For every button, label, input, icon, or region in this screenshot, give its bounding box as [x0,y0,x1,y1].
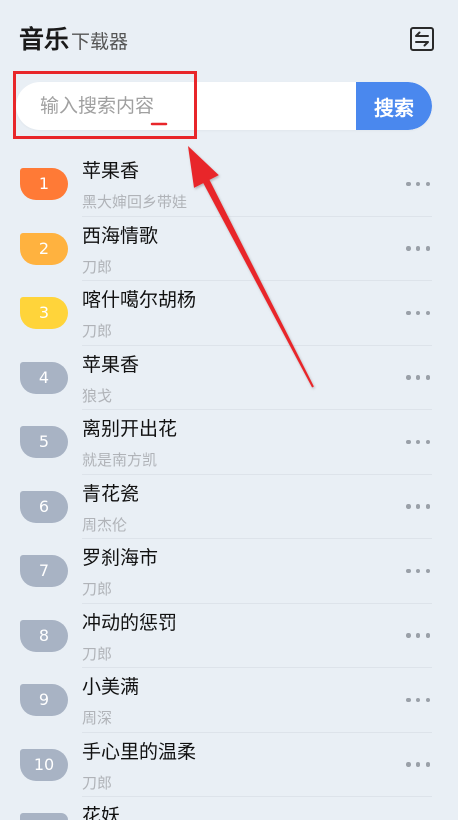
song-row[interactable]: 6 青花瓷 周杰伦 [0,475,458,539]
rank-badge: 2 [20,232,68,265]
song-title: 苹果香 [82,353,140,376]
more-icon[interactable] [406,246,430,252]
rank-badge: 4 [20,361,68,394]
swap-icon[interactable] [409,26,435,52]
rank-badge: 7 [20,555,68,587]
song-artist: 狼戈 [82,386,113,405]
song-title: 小美满 [82,676,140,698]
song-row[interactable]: 5 离别开出花 就是南方凯 [0,410,458,475]
song-title: 喀什噶尔胡杨 [82,289,197,311]
song-list: 1 苹果香 黑大婶回乡带娃 2 西海情歌 刀郎 3 喀什噶尔胡杨 刀郎 4 苹果… [0,152,458,820]
more-icon[interactable] [406,181,430,187]
rank-badge: 10 [20,748,68,781]
more-icon[interactable] [406,762,430,768]
song-title: 离别开出花 [82,418,178,440]
song-title: 手心里的温柔 [82,740,197,763]
song-row[interactable]: 4 苹果香 狼戈 [0,346,458,410]
app-header: 音乐 下载器 [19,24,128,58]
song-row[interactable]: 2 西海情歌 刀郎 [0,217,458,281]
song-title: 苹果香 [82,160,140,182]
song-title: 冲动的惩罚 [82,611,178,634]
search-input[interactable] [16,82,356,130]
app-title: 音乐 [19,25,70,54]
rank-badge: 6 [20,490,68,523]
song-title: 西海情歌 [82,224,159,247]
rank-badge: 5 [20,426,68,458]
more-icon[interactable] [406,375,430,381]
song-row[interactable]: 10 手心里的温柔 刀郎 [0,733,458,797]
song-title: 青花瓷 [82,482,140,505]
song-title: 花妖 [82,805,121,820]
rank-badge: 1 [20,168,68,200]
song-row[interactable]: 3 喀什噶尔胡杨 刀郎 [0,281,458,346]
song-row-partial[interactable]: 花妖 [0,797,458,820]
search-button[interactable]: 搜索 [356,82,432,130]
song-artist: 刀郎 [82,580,113,598]
song-artist: 周深 [82,709,113,727]
more-icon[interactable] [406,697,430,703]
song-artist: 刀郎 [82,773,113,792]
more-icon[interactable] [406,633,430,639]
song-artist: 就是南方凯 [82,451,158,469]
more-icon[interactable] [406,439,430,445]
more-icon[interactable] [406,504,430,510]
search-bar: 搜索 [16,82,432,130]
song-artist: 黑大婶回乡带娃 [82,193,188,211]
song-artist: 刀郎 [82,644,113,663]
song-row[interactable]: 7 罗刹海市 刀郎 [0,539,458,604]
song-title: 罗刹海市 [82,547,159,569]
rank-badge [20,813,68,820]
song-artist: 刀郎 [82,322,113,340]
song-artist: 周杰伦 [82,515,128,534]
song-row[interactable]: 9 小美满 周深 [0,668,458,733]
rank-badge: 8 [20,619,68,652]
more-icon[interactable] [406,568,430,574]
song-artist: 刀郎 [82,257,113,276]
song-row[interactable]: 1 苹果香 黑大婶回乡带娃 [0,152,458,217]
rank-badge: 9 [20,684,68,716]
song-row[interactable]: 8 冲动的惩罚 刀郎 [0,604,458,668]
rank-badge: 3 [20,297,68,329]
app-subtitle: 下载器 [71,31,129,53]
more-icon[interactable] [406,310,430,316]
